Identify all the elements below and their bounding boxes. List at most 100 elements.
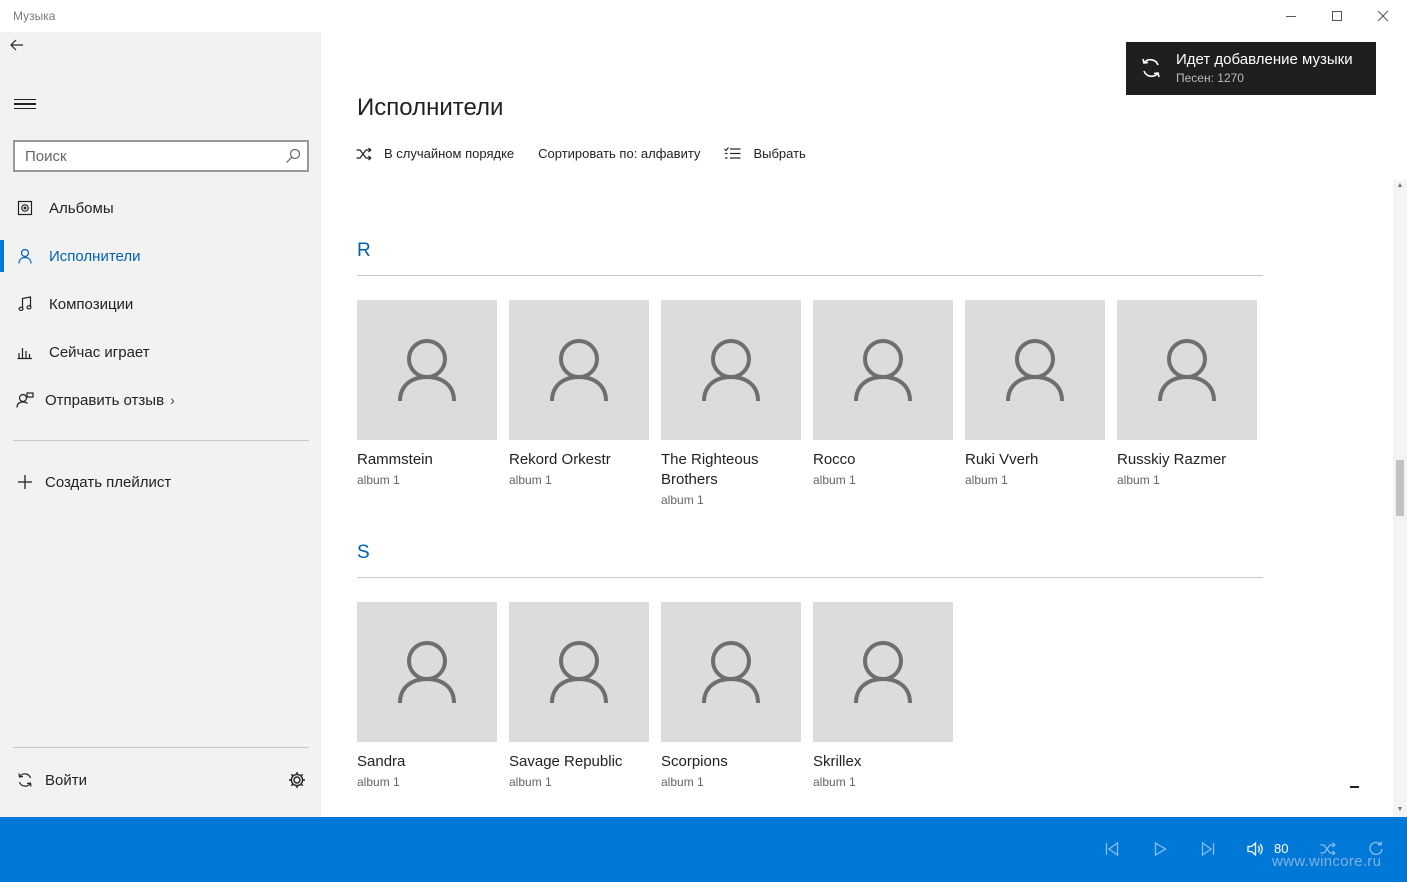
- select-button[interactable]: Выбрать: [724, 146, 806, 161]
- artist-placeholder-image: [813, 300, 953, 440]
- artist-tile[interactable]: Rekord Orkestr album 1: [509, 300, 649, 490]
- feedback-icon: [15, 390, 35, 410]
- signin-button[interactable]: Войти: [0, 758, 321, 802]
- scroll-thumb[interactable]: [1396, 460, 1404, 516]
- artist-name: Scorpions: [661, 753, 728, 770]
- sort-button[interactable]: Сортировать по: алфавиту: [538, 146, 700, 161]
- sidebar-item-label: Отправить отзыв: [45, 391, 165, 409]
- artist-placeholder-image: [813, 602, 953, 742]
- watermark-text: www.wincore.ru: [1272, 853, 1382, 870]
- title-bar: Музыка: [0, 0, 1407, 32]
- player-bar: 80 www.wincore.ru: [0, 817, 1407, 882]
- chevron-right-icon: ›: [170, 392, 175, 408]
- sync-icon: [15, 770, 35, 790]
- back-arrow-icon: [10, 39, 23, 51]
- sidebar-item-label: Альбомы: [49, 199, 114, 217]
- artist-placeholder-image: [1117, 300, 1257, 440]
- minimize-icon: [1286, 16, 1296, 17]
- artist-placeholder-image: [357, 300, 497, 440]
- artist-name: Rammstein: [357, 451, 433, 468]
- sidebar-item-label: Сейчас играет: [49, 343, 150, 361]
- artist-tile[interactable]: Scorpions album 1: [661, 602, 801, 792]
- minus-icon: [1350, 786, 1359, 788]
- person-icon: [702, 641, 760, 704]
- sidebar-item-label: Композиции: [49, 295, 134, 313]
- sidebar: Альбомы Исполнители Композиции Сейчас иг…: [0, 32, 321, 817]
- artist-name: Rocco: [813, 451, 856, 468]
- select-label: Выбрать: [753, 146, 806, 161]
- group-header-r[interactable]: R: [357, 240, 371, 262]
- artist-name: Russkiy Razmer: [1117, 451, 1227, 468]
- volume-button[interactable]: [1246, 839, 1266, 859]
- sidebar-item-now-playing[interactable]: Сейчас играет: [0, 330, 321, 374]
- play-icon: [1154, 842, 1167, 856]
- close-icon: [1377, 10, 1389, 22]
- scroll-up-icon[interactable]: ▲: [1396, 182, 1404, 190]
- play-button[interactable]: [1150, 839, 1170, 859]
- hamburger-menu-button[interactable]: [14, 96, 36, 114]
- maximize-icon: [1332, 11, 1342, 21]
- artist-tile[interactable]: The Righteous Brothers album 1: [661, 300, 801, 510]
- person-icon: [854, 339, 912, 402]
- sidebar-item-albums[interactable]: Альбомы: [0, 186, 321, 230]
- artist-name: Savage Republic: [509, 753, 623, 770]
- group-divider: [357, 577, 1263, 578]
- vertical-scrollbar[interactable]: ▲ ▼: [1393, 180, 1407, 817]
- app-title: Музыка: [13, 9, 56, 23]
- artist-tile[interactable]: Sandra album 1: [357, 602, 497, 792]
- artist-placeholder-image: [509, 300, 649, 440]
- sync-icon: [1142, 58, 1160, 78]
- group-header-s[interactable]: S: [357, 542, 370, 564]
- toast-title: Идет добавление музыки: [1176, 51, 1353, 68]
- person-icon: [15, 246, 35, 266]
- checklist-icon: [724, 147, 741, 159]
- person-icon: [1006, 339, 1064, 402]
- sidebar-item-feedback[interactable]: Отправить отзыв ›: [0, 378, 321, 422]
- sidebar-item-songs[interactable]: Композиции: [0, 282, 321, 326]
- person-icon: [854, 641, 912, 704]
- sidebar-item-artists[interactable]: Исполнители: [0, 234, 321, 278]
- album-icon: [15, 198, 35, 218]
- maximize-button[interactable]: [1314, 0, 1360, 32]
- artist-tile[interactable]: Russkiy Razmer album 1: [1117, 300, 1257, 490]
- artist-tile[interactable]: Ruki Vverh album 1: [965, 300, 1105, 490]
- adding-music-toast: Идет добавление музыки Песен: 1270: [1126, 42, 1376, 95]
- group-divider: [357, 275, 1263, 276]
- next-button[interactable]: [1198, 839, 1218, 859]
- scroll-down-icon[interactable]: ▼: [1396, 806, 1404, 814]
- person-icon: [702, 339, 760, 402]
- create-playlist-button[interactable]: Создать плейлист: [0, 460, 321, 504]
- search-icon[interactable]: [285, 148, 301, 164]
- search-input[interactable]: [15, 142, 265, 170]
- close-button[interactable]: [1360, 0, 1406, 32]
- artist-name: Ruki Vverh: [965, 451, 1039, 468]
- person-icon: [550, 641, 608, 704]
- previous-button[interactable]: [1102, 839, 1122, 859]
- person-icon: [398, 339, 456, 402]
- skip-next-icon: [1201, 842, 1215, 856]
- back-button[interactable]: [8, 36, 26, 54]
- artist-album-count: album 1: [661, 493, 704, 507]
- artist-album-count: album 1: [357, 775, 400, 789]
- hamburger-icon: [14, 99, 36, 101]
- artist-placeholder-image: [357, 602, 497, 742]
- artist-album-count: album 1: [1117, 473, 1160, 487]
- shuffle-icon: [356, 147, 372, 160]
- artist-tile[interactable]: Skrillex album 1: [813, 602, 953, 792]
- gear-icon[interactable]: [287, 770, 307, 790]
- artist-name: Sandra: [357, 753, 406, 770]
- sidebar-divider: [13, 440, 309, 441]
- artist-tile[interactable]: Savage Republic album 1: [509, 602, 649, 792]
- artist-name: Rekord Orkestr: [509, 451, 611, 468]
- shuffle-button[interactable]: В случайном порядке: [356, 146, 514, 161]
- artist-tile[interactable]: Rammstein album 1: [357, 300, 497, 490]
- sidebar-divider-bottom: [13, 747, 309, 748]
- artist-name: The Righteous Brothers: [661, 451, 759, 488]
- search-box[interactable]: [13, 140, 309, 172]
- artist-album-count: album 1: [813, 775, 856, 789]
- artist-tile[interactable]: Rocco album 1: [813, 300, 953, 490]
- page-title: Исполнители: [357, 94, 504, 121]
- artist-name: Skrillex: [813, 753, 862, 770]
- main-content: Исполнители В случайном порядке Сортиров…: [321, 56, 1407, 817]
- minimize-button[interactable]: [1268, 0, 1314, 32]
